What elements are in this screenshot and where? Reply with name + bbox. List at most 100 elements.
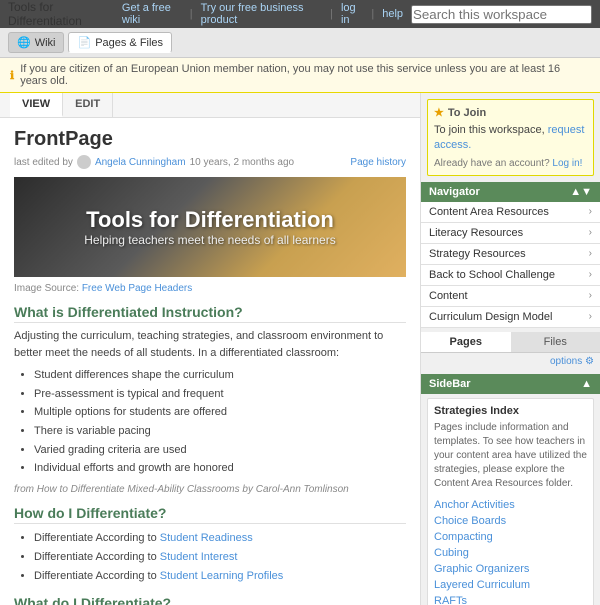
nav-item-content-area[interactable]: Content Area Resources › xyxy=(421,202,600,223)
diff-text3: Differentiate According to xyxy=(34,570,160,582)
edit-tab[interactable]: EDIT xyxy=(63,93,113,117)
sidebar-title: SideBar xyxy=(429,378,471,390)
wiki-tab[interactable]: 🌐 Wiki xyxy=(8,32,64,53)
time-ago: 10 years, 2 months ago xyxy=(190,157,295,168)
meta-left: last edited by Angela Cunningham 10 year… xyxy=(14,155,294,169)
author-link[interactable]: Angela Cunningham xyxy=(95,157,186,168)
strategies-box: Strategies Index Pages include informati… xyxy=(427,398,594,605)
join-text: To join this workspace, request access. xyxy=(434,123,587,154)
pages-icon: 📄 xyxy=(77,36,91,49)
separator3: | xyxy=(371,8,374,20)
chevron-right-icon: › xyxy=(589,227,592,238)
try-business-link[interactable]: Try our free business product xyxy=(201,2,322,26)
image-source-label: Image Source: xyxy=(14,283,79,294)
strategy-item: Layered Curriculum xyxy=(434,577,587,593)
strategy-link[interactable]: Layered Curriculum xyxy=(434,579,530,591)
page-title: FrontPage xyxy=(14,128,406,151)
nav-item-label: Curriculum Design Model xyxy=(429,311,553,323)
source-text-1: from How to Differentiate Mixed-Ability … xyxy=(14,484,406,495)
pages-tab-label: Pages & Files xyxy=(95,37,163,49)
sidebar-panel: SideBar ▲ Strategies Index Pages include… xyxy=(421,374,600,605)
top-bar-right: Get a free wiki | Try our free business … xyxy=(122,2,592,26)
strategy-link[interactable]: Compacting xyxy=(434,531,493,543)
strategy-link[interactable]: Anchor Activities xyxy=(434,499,515,511)
diff-text2: Differentiate According to xyxy=(34,551,160,563)
strategy-link[interactable]: Graphic Organizers xyxy=(434,563,529,575)
join-title: ★ To Join xyxy=(434,106,587,119)
chevron-right-icon: › xyxy=(589,311,592,322)
eu-notice-text: If you are citizen of an European Union … xyxy=(20,63,590,87)
page-content: FrontPage last edited by Angela Cunningh… xyxy=(0,118,420,605)
nav-item-curriculum[interactable]: Curriculum Design Model › xyxy=(421,307,600,328)
options-bar: options ⚙ xyxy=(421,353,600,370)
strategy-item: Compacting xyxy=(434,529,587,545)
login-sidebar-link[interactable]: Log in! xyxy=(552,158,582,169)
nav-item-label: Content xyxy=(429,290,468,302)
star-icon: ★ xyxy=(434,106,444,119)
list-item: Multiple options for students are offere… xyxy=(34,403,406,422)
navigator-box: Navigator ▲▼ Content Area Resources › Li… xyxy=(421,182,600,328)
help-link[interactable]: help xyxy=(382,8,403,20)
options-link[interactable]: options xyxy=(550,356,582,367)
join-box: ★ To Join To join this workspace, reques… xyxy=(427,99,594,176)
navigator-title: Navigator xyxy=(429,186,480,198)
separator2: | xyxy=(330,8,333,20)
files-pf-tab[interactable]: Files xyxy=(511,332,600,352)
nav-item-label: Back to School Challenge xyxy=(429,269,555,281)
wiki-tab-label: Wiki xyxy=(35,37,56,49)
image-source: Image Source: Free Web Page Headers xyxy=(14,283,406,294)
view-edit-tabs: VIEW EDIT xyxy=(0,93,420,118)
nav-item-label: Strategy Resources xyxy=(429,248,526,260)
list-item: Pre-assessment is typical and frequent xyxy=(34,385,406,404)
hero-image: Tools for Differentiation Helping teache… xyxy=(14,177,406,277)
student-profiles-link[interactable]: Student Learning Profiles xyxy=(160,570,284,582)
image-source-link[interactable]: Free Web Page Headers xyxy=(82,283,192,294)
sidebar-section-header: SideBar ▲ xyxy=(421,374,600,394)
pages-files-tabs: Pages Files xyxy=(421,332,600,353)
page-history-link[interactable]: Page history xyxy=(350,157,406,168)
section-heading-2: How do I Differentiate? xyxy=(14,505,406,524)
strategy-item: Graphic Organizers xyxy=(434,561,587,577)
hero-subtitle: Helping teachers meet the needs of all l… xyxy=(84,233,335,247)
list-item: Varied grading criteria are used xyxy=(34,441,406,460)
navigator-header: Navigator ▲▼ xyxy=(421,182,600,202)
settings-icon: ⚙ xyxy=(585,356,594,367)
hero-title: Tools for Differentiation xyxy=(86,207,334,233)
sidebar-arrows: ▲ xyxy=(581,378,592,390)
search-input[interactable] xyxy=(411,5,592,24)
list-item: Individual efforts and growth are honore… xyxy=(34,459,406,478)
page-meta: last edited by Angela Cunningham 10 year… xyxy=(14,155,406,169)
list-item: Differentiate According to Student Inter… xyxy=(34,548,406,567)
login-link[interactable]: log in xyxy=(341,2,363,26)
strategies-title: Strategies Index xyxy=(434,405,587,417)
pages-pf-tab[interactable]: Pages xyxy=(421,332,511,352)
nav-item-literacy[interactable]: Literacy Resources › xyxy=(421,223,600,244)
pages-files-tab[interactable]: 📄 Pages & Files xyxy=(68,32,172,53)
nav-item-label: Literacy Resources xyxy=(429,227,523,239)
nav-item-content[interactable]: Content › xyxy=(421,286,600,307)
app-title: Tools for Differentiation xyxy=(8,0,122,28)
chevron-right-icon: › xyxy=(589,206,592,217)
eu-notice: ℹ If you are citizen of an European Unio… xyxy=(0,58,600,93)
list-item: Differentiate According to Student Readi… xyxy=(34,529,406,548)
nav-item-label: Content Area Resources xyxy=(429,206,549,218)
view-tab[interactable]: VIEW xyxy=(10,93,63,117)
list-item: Student differences shape the curriculum xyxy=(34,366,406,385)
strategy-link[interactable]: Choice Boards xyxy=(434,515,506,527)
student-readiness-link[interactable]: Student Readiness xyxy=(160,532,253,544)
student-interest-link[interactable]: Student Interest xyxy=(160,551,238,563)
list-item: Differentiate According to Student Learn… xyxy=(34,567,406,586)
nav-item-strategy[interactable]: Strategy Resources › xyxy=(421,244,600,265)
strategy-link[interactable]: Cubing xyxy=(434,547,469,559)
content-area: VIEW EDIT FrontPage last edited by Angel… xyxy=(0,93,420,605)
top-bar: Tools for Differentiation Get a free wik… xyxy=(0,0,600,28)
strategy-item: RAFTs xyxy=(434,593,587,605)
get-free-wiki-link[interactable]: Get a free wiki xyxy=(122,2,182,26)
main-layout: VIEW EDIT FrontPage last edited by Angel… xyxy=(0,93,600,605)
wiki-icon: 🌐 xyxy=(17,36,31,49)
nav-bar: 🌐 Wiki 📄 Pages & Files xyxy=(0,28,600,58)
nav-item-back-to-school[interactable]: Back to School Challenge › xyxy=(421,265,600,286)
separator: | xyxy=(190,8,193,20)
diff-text: Differentiate According to xyxy=(34,532,160,544)
strategy-item: Choice Boards xyxy=(434,513,587,529)
